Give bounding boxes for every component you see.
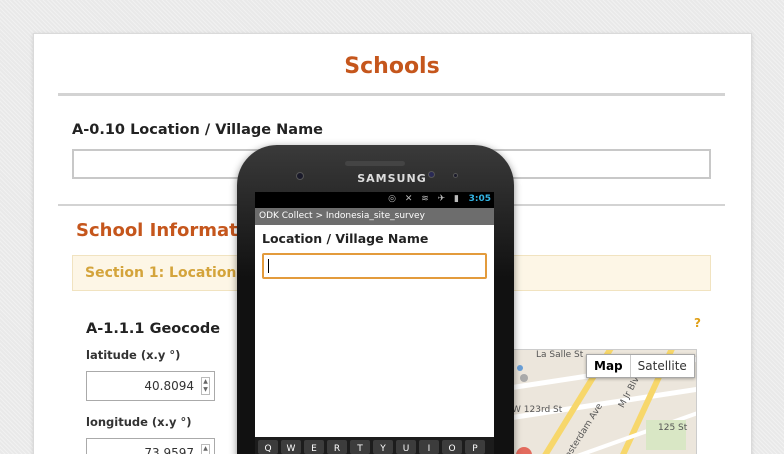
- key-p[interactable]: P: [465, 440, 485, 454]
- status-time: 3:05: [468, 194, 491, 204]
- key-u[interactable]: U: [396, 440, 416, 454]
- question-label: A-0.10 Location / Village Name: [72, 122, 324, 138]
- key-w[interactable]: W: [281, 440, 301, 454]
- title-divider: [58, 93, 725, 96]
- map-label: 125 St: [658, 423, 688, 433]
- app-bar-title: ODK Collect > Indonesia_site_survey: [259, 211, 425, 221]
- phone-village-input[interactable]: [262, 253, 487, 279]
- phone-brand: SAMSUNG: [357, 172, 427, 185]
- longitude-spinner[interactable]: ▲▼: [201, 444, 210, 454]
- key-t[interactable]: T: [350, 440, 370, 454]
- phone-speaker: [345, 161, 405, 166]
- longitude-input[interactable]: 73.9597 ▲▼: [86, 438, 215, 454]
- key-i[interactable]: I: [419, 440, 439, 454]
- map-label: La Salle St: [536, 350, 584, 360]
- key-e[interactable]: E: [304, 440, 324, 454]
- map-type-control: Map Satellite: [586, 354, 695, 378]
- latitude-value: 40.8094: [144, 379, 194, 393]
- map-type-map-button[interactable]: Map: [587, 355, 631, 377]
- map-label: W 123rd St: [512, 405, 563, 415]
- key-r[interactable]: R: [327, 440, 347, 454]
- key-o[interactable]: O: [442, 440, 462, 454]
- key-y[interactable]: Y: [373, 440, 393, 454]
- form-title: Schools: [344, 54, 440, 79]
- longitude-value: 73.9597: [144, 446, 194, 454]
- geocode-label: A-1.1.1 Geocode: [86, 321, 221, 337]
- status-bar: ◎ ✕ ≋ ✈ ▮ 3:05: [255, 192, 494, 208]
- map-type-satellite-button[interactable]: Satellite: [631, 355, 694, 377]
- phone-question-label: Location / Village Name: [262, 231, 429, 246]
- latitude-spinner[interactable]: ▲ ▼: [201, 377, 210, 395]
- status-icons: ◎ ✕ ≋ ✈ ▮: [388, 194, 462, 204]
- latitude-label: latitude (x.y °): [86, 348, 181, 362]
- longitude-label: longitude (x.y °): [86, 415, 192, 429]
- help-icon[interactable]: ?: [694, 316, 701, 330]
- latitude-input[interactable]: 40.8094 ▲ ▼: [86, 371, 215, 401]
- key-q[interactable]: Q: [258, 440, 278, 454]
- text-caret: [268, 259, 269, 273]
- app-bar: ODK Collect > Indonesia_site_survey: [255, 208, 494, 225]
